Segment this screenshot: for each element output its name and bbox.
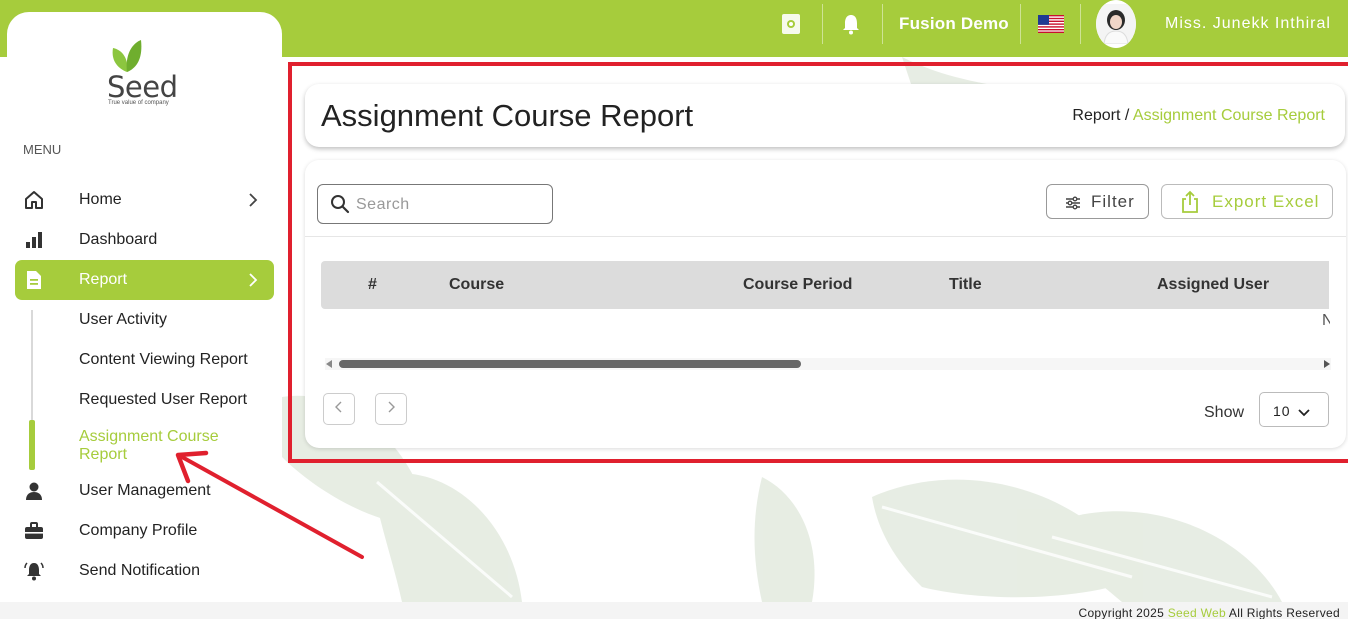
breadcrumb-parent[interactable]: Report xyxy=(1072,107,1120,124)
search-icon xyxy=(330,194,350,219)
sidebar-item-report[interactable]: Report xyxy=(15,260,274,300)
copyright-suffix: All Rights Reserved xyxy=(1228,606,1340,619)
filter-button[interactable]: Filter xyxy=(1046,184,1149,219)
footer: Copyright 2025 Seed Web All Rights Reser… xyxy=(0,602,1348,619)
breadcrumb: Report / Assignment Course Report xyxy=(1072,107,1325,125)
footer-brand-link[interactable]: Seed Web xyxy=(1168,606,1226,619)
topbar-divider xyxy=(822,4,823,44)
copyright-text: Copyright 2025 Seed Web All Rights Reser… xyxy=(1078,606,1340,619)
sliders-icon xyxy=(1065,195,1081,215)
company-name[interactable]: Fusion Demo xyxy=(899,0,1009,48)
annotation-arrow xyxy=(170,445,370,570)
sidebar-subitem-user-activity[interactable]: User Activity xyxy=(79,311,167,329)
scroll-right-arrow-icon[interactable] xyxy=(1324,360,1330,368)
chevron-right-icon xyxy=(386,400,396,419)
page-header-card: Assignment Course Report Report / Assign… xyxy=(305,84,1345,147)
scroll-left-arrow-icon[interactable] xyxy=(326,360,332,368)
page-size-label: Show xyxy=(1204,404,1245,421)
home-icon xyxy=(23,190,45,210)
previous-page-button[interactable] xyxy=(323,393,355,425)
bell-ring-icon xyxy=(23,561,45,581)
logo-wordmark: Seed xyxy=(107,70,178,104)
table-header: # Course Course Period Title Assigned Us… xyxy=(321,261,1329,309)
sidebar-item-label: Report xyxy=(79,271,128,288)
next-page-button[interactable] xyxy=(375,393,407,425)
sidebar-subitem-requested-user-report[interactable]: Requested User Report xyxy=(79,391,247,409)
logo-tagline: True value of company xyxy=(108,100,169,106)
chevron-right-icon xyxy=(246,272,260,288)
sidebar-item-label: Home xyxy=(79,191,122,208)
copyright-prefix: Copyright 2025 xyxy=(1078,606,1165,619)
menu-label: MENU xyxy=(23,142,62,157)
column-header-course-period[interactable]: Course Period xyxy=(743,276,852,294)
chevron-left-icon xyxy=(334,400,344,419)
chevron-right-icon xyxy=(246,192,260,208)
column-header-index[interactable]: # xyxy=(368,276,377,294)
column-header-title[interactable]: Title xyxy=(949,276,982,294)
bar-chart-icon xyxy=(23,230,45,250)
page-size-select[interactable]: 10 xyxy=(1259,392,1329,427)
toolbar-divider xyxy=(305,236,1346,237)
filter-button-label: Filter xyxy=(1091,191,1135,211)
user-name[interactable]: Miss. Junekk Inthiral xyxy=(1165,0,1331,48)
page-title: Assignment Course Report xyxy=(321,98,694,133)
document-icon xyxy=(23,270,45,290)
sidebar-item-dashboard[interactable]: Dashboard xyxy=(15,220,274,260)
user-icon xyxy=(23,481,45,501)
submenu-active-indicator xyxy=(29,420,35,470)
export-excel-label: Export Excel xyxy=(1212,191,1320,211)
breadcrumb-current: Assignment Course Report xyxy=(1132,107,1325,124)
column-header-assigned-user[interactable]: Assigned User xyxy=(1157,276,1269,294)
sidebar-item-home[interactable]: Home xyxy=(15,180,274,220)
scrollbar-thumb[interactable] xyxy=(339,360,801,368)
report-table-card: Filter Export Excel # Course Course Peri… xyxy=(305,160,1346,448)
column-header-course[interactable]: Course xyxy=(449,276,504,294)
briefcase-icon xyxy=(23,521,45,541)
search-input[interactable] xyxy=(356,194,536,216)
avatar[interactable] xyxy=(1096,0,1136,48)
page-size-value: 10 xyxy=(1273,403,1291,419)
topbar-divider xyxy=(882,4,883,44)
chevron-down-icon xyxy=(1297,405,1311,423)
sidebar-item-label: Dashboard xyxy=(79,231,158,248)
us-flag-icon[interactable] xyxy=(1038,0,1064,48)
horizontal-scrollbar[interactable] xyxy=(325,358,1331,370)
sidebar-subitem-content-viewing-report[interactable]: Content Viewing Report xyxy=(79,351,248,369)
share-export-icon xyxy=(1180,190,1200,219)
search-field[interactable] xyxy=(317,184,553,224)
breadcrumb-separator: / xyxy=(1120,107,1133,124)
bell-icon[interactable] xyxy=(838,0,864,48)
document-icon[interactable] xyxy=(778,0,804,48)
export-excel-button[interactable]: Export Excel xyxy=(1161,184,1333,219)
topbar-divider xyxy=(1080,4,1081,44)
topbar-divider xyxy=(1020,4,1021,44)
table-empty-message: N xyxy=(1322,312,1330,329)
